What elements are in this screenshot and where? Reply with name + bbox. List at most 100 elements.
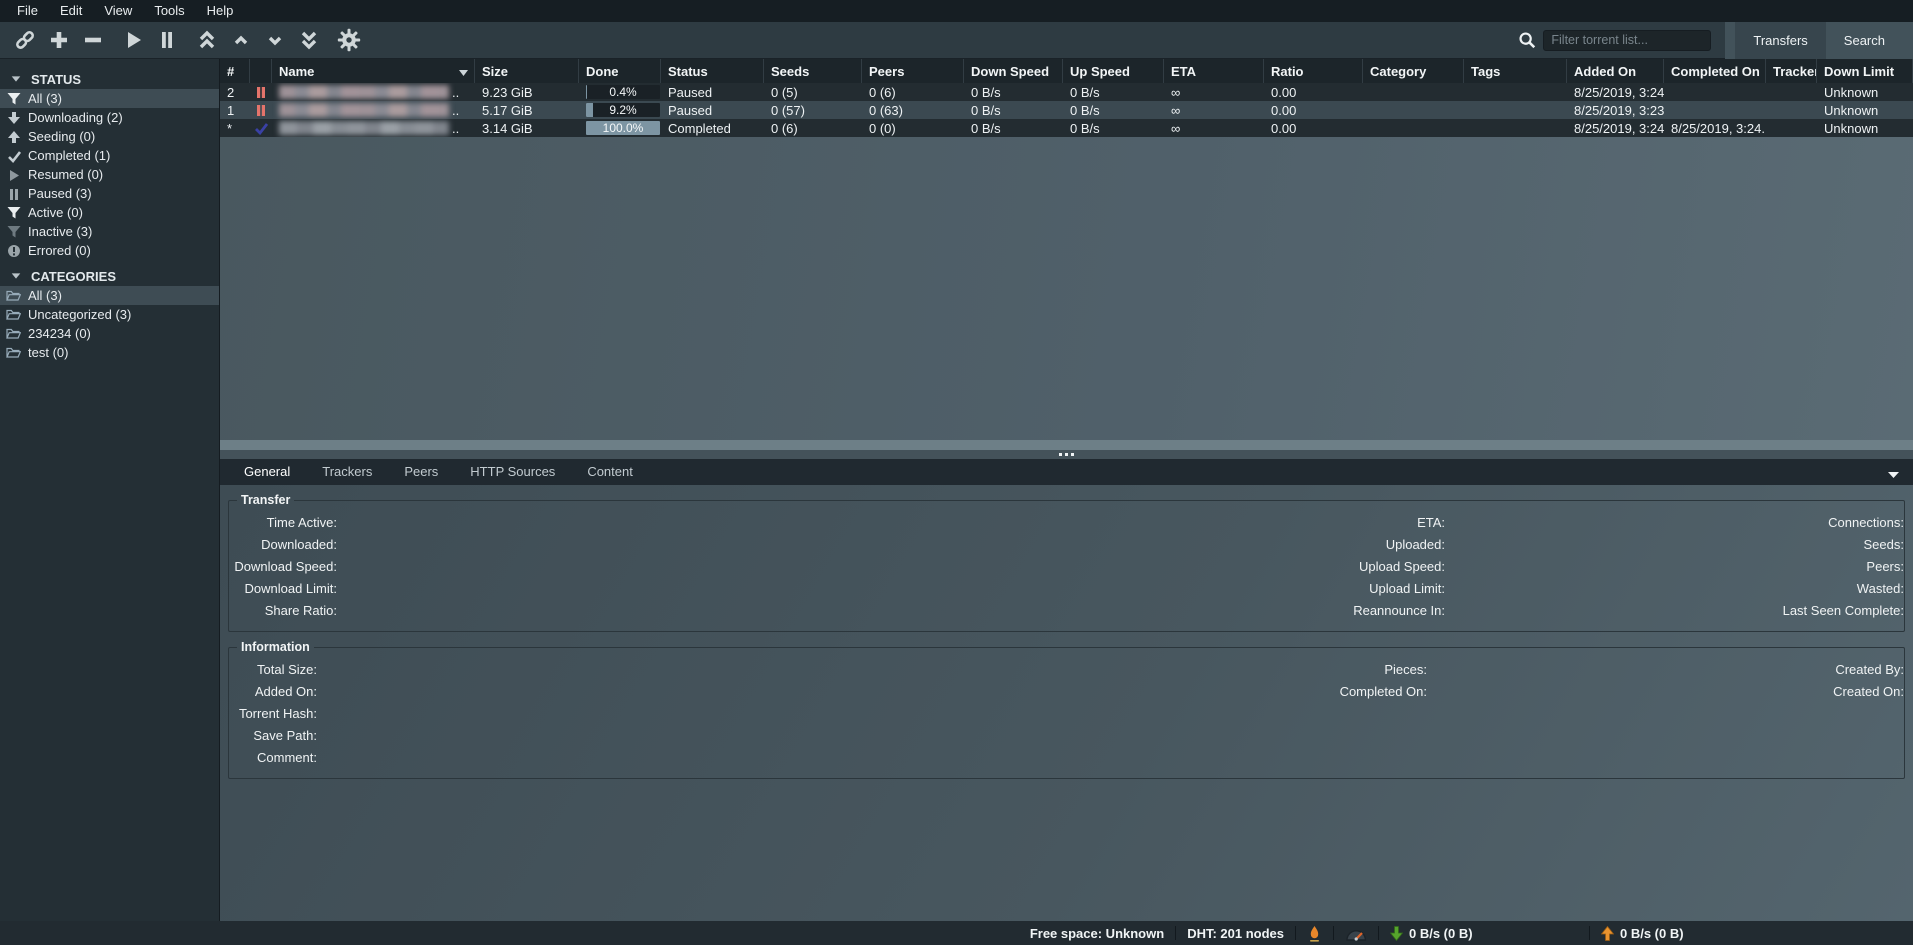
decrease-priority-icon[interactable] [258,25,292,55]
col-down-speed[interactable]: Down Speed [964,59,1063,83]
menu-view[interactable]: View [93,0,143,22]
col-ratio[interactable]: Ratio [1264,59,1363,83]
category-item-test[interactable]: test (0) [0,343,219,362]
categories-section-header[interactable]: CATEGORIES [0,266,219,286]
sidebar-item-resumed[interactable]: Resumed (0) [0,165,219,184]
label-last-seen-complete: Last Seen Complete: [1445,603,1904,618]
label-reannounce-in: Reannounce In: [905,603,1445,618]
tab-general[interactable]: General [228,459,306,485]
label-created-on: Created On: [1427,684,1904,699]
torrent-name-redacted: .. [272,119,475,137]
col-name[interactable]: Name [272,59,475,83]
top-priority-icon[interactable] [190,25,224,55]
arrow-down-icon [6,111,21,125]
category-item-234234[interactable]: 234234 (0) [0,324,219,343]
tab-search[interactable]: Search [1826,22,1903,59]
col-tracker[interactable]: Tracker [1766,59,1817,83]
filter-sidebar: STATUS All (3) Downloading (2) Seeding (… [0,59,220,921]
dht-nodes: DHT: 201 nodes [1187,926,1284,941]
torrent-table-header: # Name Size Done Status Seeds Peers Down… [220,59,1913,83]
category-item-uncategorized[interactable]: Uncategorized (3) [0,305,219,324]
error-icon [6,244,21,258]
label-created-by: Created By: [1427,662,1904,677]
col-completed-on[interactable]: Completed On [1664,59,1766,83]
top-tab-strip: Transfers Search [1725,22,1913,59]
global-upload-speed[interactable]: 0 B/s (0 B) [1601,926,1801,941]
status-section-header[interactable]: STATUS [0,69,219,89]
label-comment: Comment: [229,750,317,765]
label-seeds: Seeds: [1445,537,1904,552]
horizontal-scrollbar[interactable] [220,440,1913,450]
category-item-all[interactable]: All (3) [0,286,219,305]
alt-speed-limits-gauge-icon[interactable] [1345,926,1367,941]
col-number[interactable]: # [220,59,250,83]
panel-splitter[interactable] [220,450,1913,459]
tab-trackers[interactable]: Trackers [306,459,388,485]
col-tags[interactable]: Tags [1464,59,1567,83]
sidebar-item-completed[interactable]: Completed (1) [0,146,219,165]
col-category[interactable]: Category [1363,59,1464,83]
status-bar: Free space: Unknown DHT: 201 nodes 0 B/s… [0,921,1913,945]
bottom-priority-icon[interactable] [292,25,326,55]
label-total-size: Total Size: [229,662,317,677]
tab-http-sources[interactable]: HTTP Sources [454,459,571,485]
table-row[interactable]: 2 .. 9.23 GiB 0.4% Paused 0 (5) 0 (6) 0 … [220,83,1913,101]
folder-icon [6,327,21,341]
play-icon [6,168,21,182]
col-down-limit[interactable]: Down Limit [1817,59,1913,83]
label-share-ratio: Share Ratio: [229,603,337,618]
table-empty-area [220,137,1913,440]
col-peers[interactable]: Peers [862,59,964,83]
sidebar-item-downloading[interactable]: Downloading (2) [0,108,219,127]
menu-tools[interactable]: Tools [143,0,195,22]
table-row[interactable]: 1 .. 5.17 GiB 9.2% Paused 0 (57) 0 (63) … [220,101,1913,119]
tab-peers[interactable]: Peers [388,459,454,485]
sidebar-item-active[interactable]: Active (0) [0,203,219,222]
information-section: Information Total Size:Pieces:Created By… [228,640,1905,779]
tab-transfers[interactable]: Transfers [1735,22,1825,59]
col-size[interactable]: Size [475,59,579,83]
resume-icon[interactable] [116,25,150,55]
label-connections: Connections: [1445,515,1904,530]
progress-bar: 100.0% [586,121,660,135]
col-status[interactable]: Status [661,59,764,83]
col-status-icon[interactable] [250,59,272,83]
torrent-filter [1517,30,1711,51]
label-download-speed: Download Speed: [229,559,337,574]
folder-icon [6,308,21,322]
options-gear-icon[interactable] [332,25,366,55]
sidebar-item-all[interactable]: All (3) [0,89,219,108]
add-torrent-file-icon[interactable] [42,25,76,55]
label-completed-on: Completed On: [876,684,1427,699]
sidebar-item-paused[interactable]: Paused (3) [0,184,219,203]
tab-content[interactable]: Content [571,459,649,485]
label-uploaded: Uploaded: [905,537,1445,552]
col-added-on[interactable]: Added On [1567,59,1664,83]
connection-status-icon[interactable] [1307,925,1322,942]
add-torrent-link-icon[interactable] [8,25,42,55]
filter-torrent-input[interactable] [1543,30,1711,51]
col-seeds[interactable]: Seeds [764,59,862,83]
label-peers: Peers: [1445,559,1904,574]
sidebar-item-inactive[interactable]: Inactive (3) [0,222,219,241]
upload-arrow-icon [1601,926,1614,941]
search-icon [1517,30,1537,50]
chevron-down-icon [10,270,22,282]
table-row[interactable]: * .. 3.14 GiB 100.0% Completed 0 (6) 0 (… [220,119,1913,137]
chevron-down-icon [10,73,22,85]
global-download-speed[interactable]: 0 B/s (0 B) [1390,926,1578,941]
sidebar-item-errored[interactable]: Errored (0) [0,241,219,260]
menu-bar: File Edit View Tools Help [0,0,1913,22]
menu-edit[interactable]: Edit [49,0,93,22]
col-eta[interactable]: ETA [1164,59,1264,83]
delete-torrent-icon[interactable] [76,25,110,55]
sidebar-item-seeding[interactable]: Seeding (0) [0,127,219,146]
col-up-speed[interactable]: Up Speed [1063,59,1164,83]
col-done[interactable]: Done [579,59,661,83]
pause-icon[interactable] [150,25,184,55]
increase-priority-icon[interactable] [224,25,258,55]
menu-help[interactable]: Help [196,0,245,22]
progress-bar: 9.2% [586,103,660,117]
menu-file[interactable]: File [6,0,49,22]
panel-collapse-caret-icon[interactable] [1888,467,1899,482]
